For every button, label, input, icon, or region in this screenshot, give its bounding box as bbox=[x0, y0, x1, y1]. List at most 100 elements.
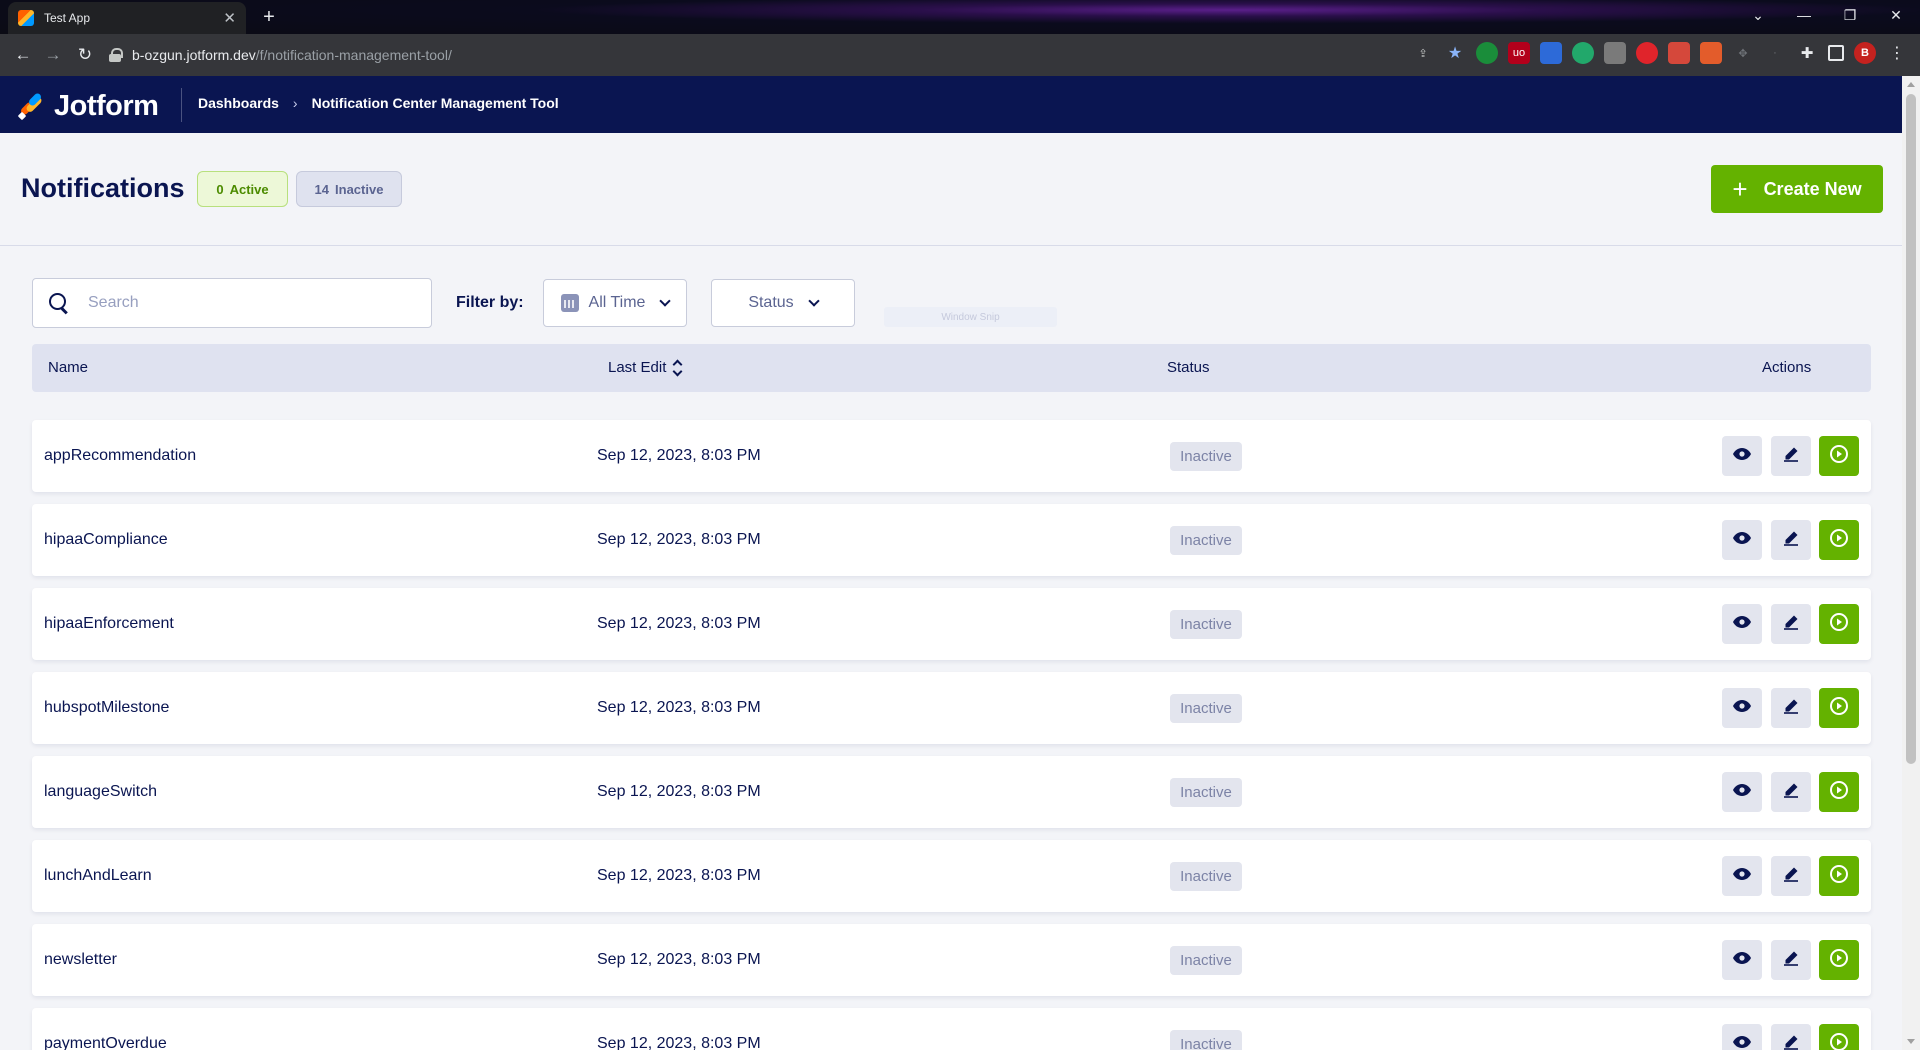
filter-by-label: Filter by: bbox=[456, 294, 524, 311]
play-icon bbox=[1829, 864, 1849, 889]
table-row[interactable]: lunchAndLearn Sep 12, 2023, 8:03 PM Inacti… bbox=[32, 840, 1871, 912]
activate-button[interactable] bbox=[1819, 1024, 1859, 1050]
pencil-icon bbox=[1783, 1034, 1799, 1050]
view-button[interactable] bbox=[1722, 856, 1762, 896]
reload-icon[interactable]: ↻ bbox=[70, 45, 100, 65]
table-row[interactable]: hubspotMilestone Sep 12, 2023, 8:03 PM Ina… bbox=[32, 672, 1871, 744]
minimize-button[interactable]: — bbox=[1781, 0, 1827, 30]
inactive-count-badge[interactable]: 14 Inactive bbox=[296, 171, 402, 207]
time-filter-dropdown[interactable]: All Time bbox=[543, 279, 687, 327]
tab-title: Test App bbox=[44, 11, 91, 25]
view-button[interactable] bbox=[1722, 436, 1762, 476]
search-icon bbox=[49, 293, 68, 312]
pencil-icon bbox=[1783, 950, 1799, 971]
edit-button[interactable] bbox=[1771, 772, 1811, 812]
browser-tab[interactable]: Test App ✕ bbox=[8, 2, 246, 34]
last-edit-date: Sep 12, 2023, 8:03 PM bbox=[597, 1035, 761, 1050]
last-edit-date: Sep 12, 2023, 8:03 PM bbox=[597, 699, 761, 716]
view-button[interactable] bbox=[1722, 772, 1762, 812]
status-badge: Inactive bbox=[1170, 442, 1242, 471]
last-edit-date: Sep 12, 2023, 8:03 PM bbox=[597, 951, 761, 968]
status-badge: Inactive bbox=[1170, 862, 1242, 891]
scroll-down-arrow-icon[interactable] bbox=[1907, 1039, 1915, 1044]
column-last-edit[interactable]: Last Edit bbox=[608, 359, 682, 376]
activate-button[interactable] bbox=[1819, 688, 1859, 728]
extension-move-icon[interactable]: ✥ bbox=[1732, 42, 1754, 64]
play-icon bbox=[1829, 612, 1849, 637]
extension-palette-icon[interactable] bbox=[1604, 42, 1626, 64]
scroll-up-arrow-icon[interactable] bbox=[1907, 82, 1915, 87]
view-button[interactable] bbox=[1722, 688, 1762, 728]
table-row[interactable]: languageSwitch Sep 12, 2023, 8:03 PM Inact… bbox=[32, 756, 1871, 828]
view-button[interactable] bbox=[1722, 604, 1762, 644]
extension-blue-icon[interactable] bbox=[1540, 42, 1562, 64]
tab-close-icon[interactable]: ✕ bbox=[223, 9, 236, 27]
edit-button[interactable] bbox=[1771, 856, 1811, 896]
extensions-puzzle-icon[interactable]: ✚ bbox=[1796, 42, 1818, 64]
table-row[interactable]: hipaaCompliance Sep 12, 2023, 8:03 PM Inac… bbox=[32, 504, 1871, 576]
search-input[interactable] bbox=[88, 291, 408, 315]
activate-button[interactable] bbox=[1819, 856, 1859, 896]
calendar-icon bbox=[560, 294, 579, 312]
pencil-icon bbox=[1783, 614, 1799, 635]
table-row[interactable]: paymentOverdue Sep 12, 2023, 8:03 PM Inact… bbox=[32, 1008, 1871, 1050]
chevron-down-icon bbox=[659, 295, 672, 307]
activate-button[interactable] bbox=[1819, 604, 1859, 644]
view-button[interactable] bbox=[1722, 1024, 1762, 1050]
extension-dim-icon[interactable]: · bbox=[1764, 42, 1786, 64]
page-scrollbar[interactable] bbox=[1902, 76, 1920, 1050]
close-window-button[interactable]: ✕ bbox=[1873, 0, 1919, 30]
extension-green-icon[interactable] bbox=[1476, 42, 1498, 64]
browser-menu-icon[interactable]: ⋮ bbox=[1886, 42, 1908, 64]
back-arrow-icon[interactable]: ← bbox=[8, 45, 38, 65]
activate-button[interactable] bbox=[1819, 940, 1859, 980]
bookmark-star-icon[interactable]: ★ bbox=[1444, 42, 1466, 64]
table-row[interactable]: appRecommendation Sep 12, 2023, 8:03 PM In… bbox=[32, 420, 1871, 492]
edit-button[interactable] bbox=[1771, 688, 1811, 728]
play-icon bbox=[1829, 444, 1849, 469]
extension-circle-icon[interactable] bbox=[1572, 42, 1594, 64]
forward-arrow-icon[interactable]: → bbox=[38, 45, 68, 65]
extension-red-icon[interactable] bbox=[1636, 42, 1658, 64]
restore-button[interactable]: ❐ bbox=[1827, 0, 1873, 30]
inactive-count: 14 bbox=[314, 181, 330, 197]
breadcrumb-dashboards[interactable]: Dashboards bbox=[198, 95, 279, 111]
share-icon[interactable]: ⇪ bbox=[1412, 42, 1434, 64]
active-count-badge[interactable]: 0 Active bbox=[197, 171, 288, 207]
activate-button[interactable] bbox=[1819, 520, 1859, 560]
table-row[interactable]: newsletter Sep 12, 2023, 8:03 PM Inactive bbox=[32, 924, 1871, 996]
edit-button[interactable] bbox=[1771, 520, 1811, 560]
notification-name: paymentOverdue bbox=[44, 1035, 167, 1050]
edit-button[interactable] bbox=[1771, 436, 1811, 476]
create-new-button[interactable]: + Create New bbox=[1711, 165, 1883, 213]
extension-orange-icon[interactable] bbox=[1700, 42, 1722, 64]
status-badge: Inactive bbox=[1170, 694, 1242, 723]
column-last-edit-label: Last Edit bbox=[608, 359, 667, 376]
last-edit-date: Sep 12, 2023, 8:03 PM bbox=[597, 531, 761, 548]
ublock-icon[interactable]: uo bbox=[1508, 42, 1530, 64]
view-button[interactable] bbox=[1722, 940, 1762, 980]
scrollbar-thumb[interactable] bbox=[1906, 94, 1916, 764]
profile-avatar[interactable]: B bbox=[1854, 42, 1876, 64]
window-snip-overlay: Window Snip bbox=[884, 307, 1057, 327]
new-tab-button[interactable]: + bbox=[256, 5, 282, 31]
edit-button[interactable] bbox=[1771, 940, 1811, 980]
browser-tab-bar: Test App ✕ + ⌄ — ❐ ✕ bbox=[0, 0, 1920, 34]
side-panel-icon[interactable] bbox=[1828, 45, 1844, 61]
table-row[interactable]: hipaaEnforcement Sep 12, 2023, 8:03 PM Ina… bbox=[32, 588, 1871, 660]
notification-name: appRecommendation bbox=[44, 447, 197, 464]
status-filter-dropdown[interactable]: Status bbox=[711, 279, 855, 327]
notification-name: hubspotMilestone bbox=[44, 699, 170, 716]
page-header: Notifications 0 Active 14 Inactive + Cre… bbox=[0, 133, 1902, 246]
edit-button[interactable] bbox=[1771, 604, 1811, 644]
jotform-logo[interactable]: Jotform bbox=[17, 90, 159, 123]
extension-calendar-icon[interactable] bbox=[1668, 42, 1690, 64]
sort-icon[interactable] bbox=[672, 360, 682, 376]
edit-button[interactable] bbox=[1771, 1024, 1811, 1050]
activate-button[interactable] bbox=[1819, 436, 1859, 476]
view-button[interactable] bbox=[1722, 520, 1762, 560]
url-path: /f/notification-management-tool/ bbox=[255, 47, 452, 63]
address-bar[interactable]: b-ozgun.jotform.dev/f/notification-manag… bbox=[108, 39, 1388, 71]
tab-search-chevron-icon[interactable]: ⌄ bbox=[1735, 0, 1781, 30]
activate-button[interactable] bbox=[1819, 772, 1859, 812]
